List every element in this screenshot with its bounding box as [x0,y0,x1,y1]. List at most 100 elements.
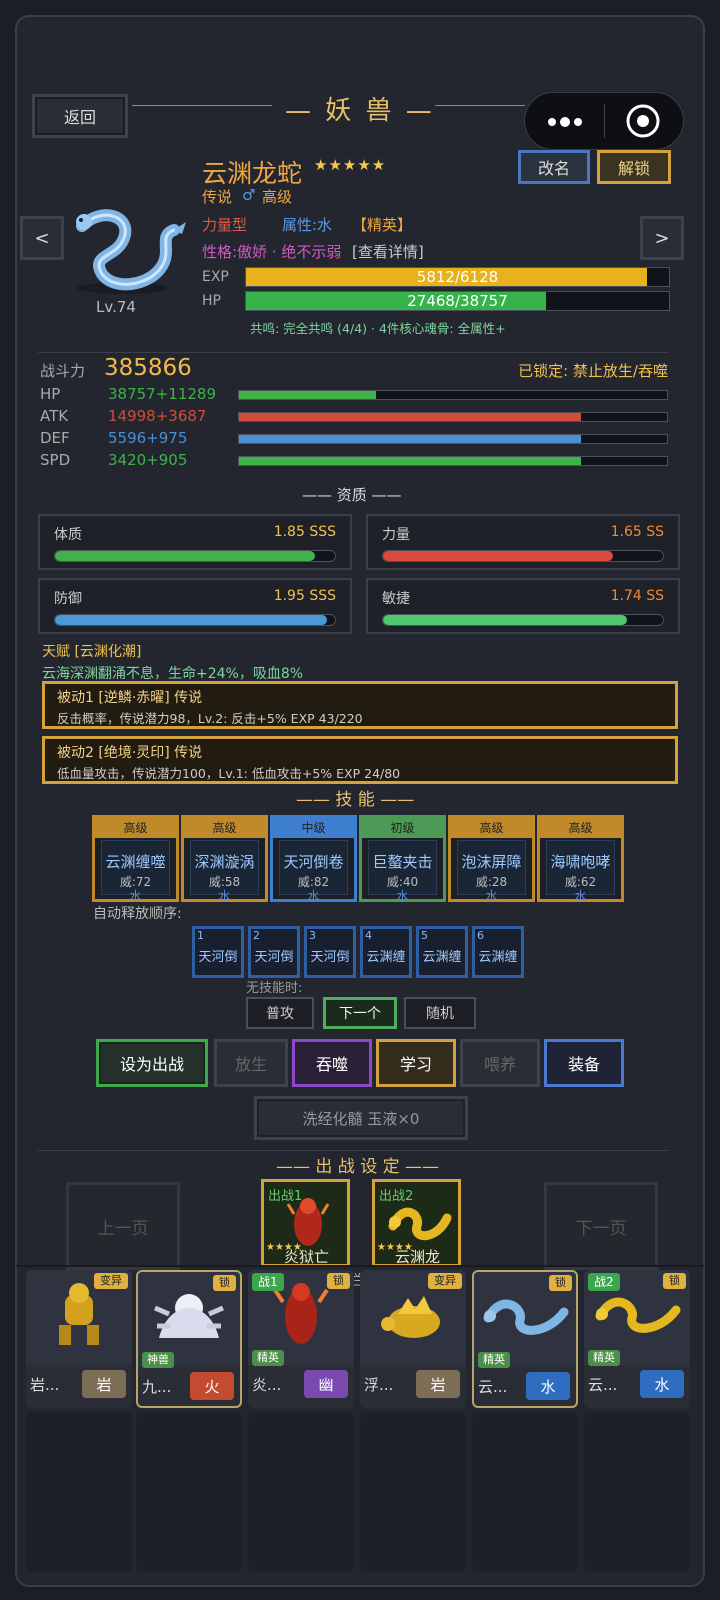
power-value: 385866 [104,355,192,381]
empty-roster-slot[interactable] [472,1412,578,1572]
roster-pet-card[interactable]: 锁神兽 九... 火 [136,1270,242,1408]
pet-name: 云渊龙蛇 [202,159,303,188]
order-slot[interactable]: 6 云渊缠 [472,926,524,978]
skill-card[interactable]: 高级 泡沫屏障 威:28 水 [448,815,535,903]
skill-card[interactable]: 初级 巨螯夹击 威:40 水 [359,815,446,903]
roster-pet-card[interactable]: 变异 岩... 岩 [26,1270,132,1408]
aptitude-box: 体质 1.85 SSS [38,514,352,570]
roster-pet-name: 炎... [252,1376,282,1394]
empty-roster-slot[interactable] [360,1412,466,1572]
aptitude-bar [382,614,664,626]
skill-tier: 高级 [184,818,265,838]
roster-pet-badge: 神兽 [142,1352,174,1368]
roster-pet-card[interactable]: 锁精英 战2 云... 水 [584,1270,690,1408]
aptitude-box: 力量 1.65 SS [366,514,680,570]
stat-label: ATK [40,407,69,425]
target-icon[interactable] [624,102,662,140]
roster-pet-name: 云... [588,1376,618,1394]
roster-pet-tag: 锁 [213,1275,236,1291]
roster-pet-card[interactable]: 变异 浮... 岩 [360,1270,466,1408]
pet-grade: 高级 [262,188,293,206]
roster-pet-card[interactable]: 锁精英 云... 水 [472,1270,578,1408]
skill-card[interactable]: 中级 天河倒卷 威:82 水 [270,815,357,903]
prev-pet-button[interactable]: < [20,216,64,260]
skill-card[interactable]: 高级 海啸咆哮 威:62 水 [537,815,624,903]
next-pet-button[interactable]: > [640,216,684,260]
skill-element: 水 [396,889,409,903]
battle-next-page[interactable]: 下一页 [544,1182,658,1270]
roster-pet-name: 云... [478,1378,508,1396]
order-number: 1 [197,929,204,942]
feed-button[interactable]: 喂养 [460,1039,540,1087]
passive-1-title: 被动1 [逆鳞·赤曜] 传说 [57,690,203,706]
order-slot[interactable]: 5 云渊缠 [416,926,468,978]
empty-roster-slot[interactable] [136,1412,242,1572]
mode-normal-attack[interactable]: 普攻 [246,997,314,1029]
aptitude-value: 1.85 SSS [273,524,336,540]
skill-tier: 高级 [451,818,532,838]
more-dots-icon[interactable] [540,108,590,136]
divider [38,1150,668,1151]
order-skill: 云渊缠 [422,950,462,965]
aptitude-title: —— 资质 —— [302,486,402,504]
battle-slot-name: 炎狱亡 [284,1248,330,1266]
back-button[interactable]: 返回 [32,94,128,138]
title-line-left [132,105,272,106]
unlock-button[interactable]: 解锁 [597,150,671,184]
equip-button[interactable]: 装备 [544,1039,624,1087]
roster-pet-tag: 变异 [94,1273,128,1289]
pet-elite: 【精英】 [352,216,413,234]
empty-roster-slot[interactable] [248,1412,354,1572]
aptitude-value: 1.95 SSS [273,588,336,604]
order-slot[interactable]: 2 天河倒 [248,926,300,978]
page-title: — 妖 兽 — [285,96,435,126]
skill-card[interactable]: 高级 云渊缠噬 威:72 水 [92,815,179,903]
pet-rarity: 传说 [202,188,233,206]
rename-button[interactable]: 改名 [518,150,590,184]
order-number: 6 [477,929,484,942]
roster-pet-battle-tag: 战1 [252,1273,284,1291]
detail-link[interactable]: [查看详情] [352,241,424,262]
empty-roster-slot[interactable] [584,1412,690,1572]
mode-next[interactable]: 下一个 [323,997,397,1029]
battle-title: —— 出 战 设 定 —— [276,1157,440,1177]
skill-name: 巨螯夹击 [372,853,433,871]
empty-roster-slot[interactable] [26,1412,132,1572]
skill-card[interactable]: 高级 深渊漩涡 威:58 水 [181,815,268,903]
stat-bar [238,456,668,466]
skill-name: 海啸咆哮 [550,853,611,871]
skill-tier: 高级 [95,818,176,838]
pet-personality: 性格:傲娇 · 绝不示弱 [202,243,342,261]
passive-1: 被动1 [逆鳞·赤曜] 传说 反击概率，传说潜力98，Lv.2: 反击+5% E… [42,681,678,729]
resonance-text: 共鸣: 完全共鸣 (4/4) · 4件核心魂骨: 全属性+ [250,321,506,336]
order-number: 2 [253,929,260,942]
battle-slot-2[interactable]: 出战2 ★★★★ 云渊龙 [372,1179,461,1267]
mode-random[interactable]: 随机 [404,997,476,1029]
learn-button[interactable]: 学习 [376,1039,456,1087]
roster-pet-tag: 锁 [327,1273,350,1289]
order-slot[interactable]: 4 云渊缠 [360,926,412,978]
pet-attr: 属性:水 [282,216,333,234]
aptitude-value: 1.74 SS [610,588,664,604]
wash-button[interactable]: 洗经化髓 玉液×0 [254,1096,468,1140]
pet-stars: ★★★★★ [314,156,387,174]
aptitude-label: 敏捷 [382,591,410,607]
roster-pet-element: 水 [640,1370,684,1398]
skill-element: 水 [307,889,320,903]
order-slot[interactable]: 3 天河倒 [304,926,356,978]
roster-pet-card[interactable]: 锁精英 战1 炎... 幽 [248,1270,354,1408]
order-number: 5 [421,929,428,942]
deploy-button[interactable]: 设为出战 [96,1039,208,1087]
roster-pet-element: 幽 [304,1370,348,1398]
roster-pet-element: 岩 [416,1370,460,1398]
skill-name: 云渊缠噬 [105,853,166,871]
talent-desc: 云海深渊翻涌不息，生命+24%，吸血8% [42,666,304,682]
skill-tier: 初级 [362,818,443,838]
devour-button[interactable]: 吞噬 [292,1039,372,1087]
capsule-divider [604,104,605,138]
battle-prev-page[interactable]: 上一页 [66,1182,180,1270]
battle-slot-1[interactable]: 出战1 ★★★★ 炎狱亡 [261,1179,350,1267]
order-slot[interactable]: 1 天河倒 [192,926,244,978]
passive-2-title: 被动2 [绝境·灵印] 传说 [57,745,203,761]
release-button[interactable]: 放生 [214,1039,288,1087]
